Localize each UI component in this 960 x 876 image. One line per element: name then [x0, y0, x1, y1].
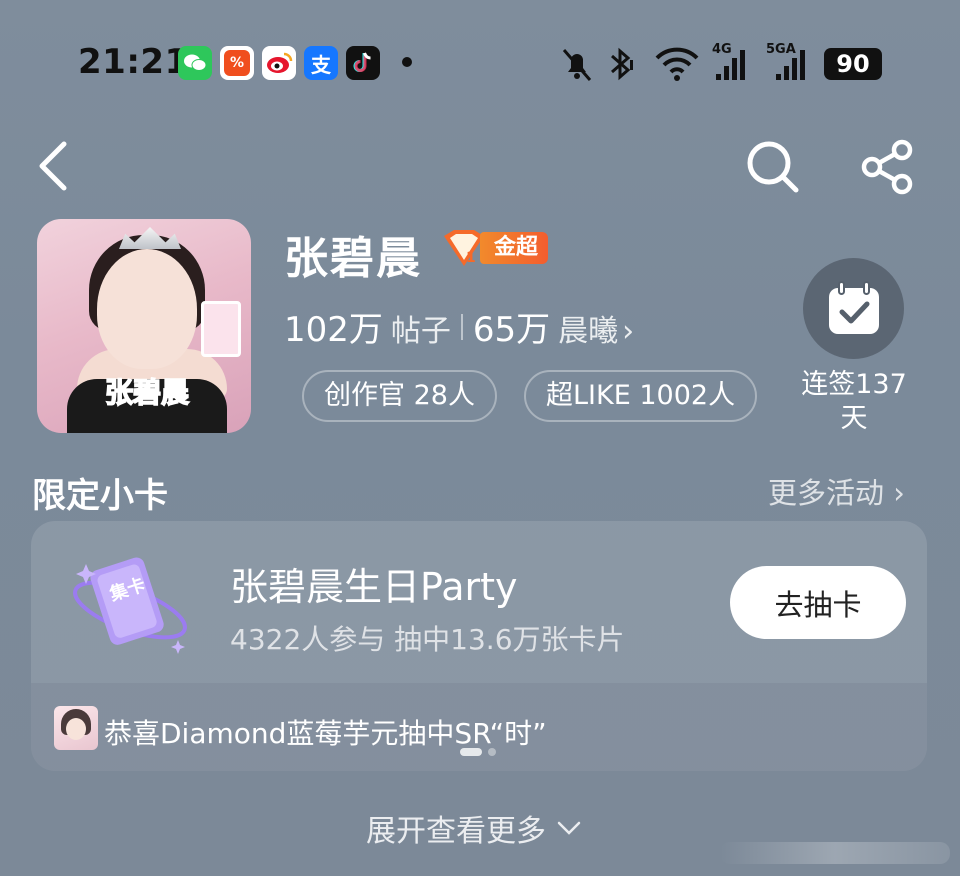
search-icon — [747, 141, 799, 193]
draw-card-button[interactable]: 去抽卡 — [730, 566, 906, 639]
ticker-user-avatar — [54, 706, 98, 750]
chevron-right-icon: › — [622, 314, 635, 349]
wechat-icon — [178, 46, 212, 80]
notification-dot — [402, 57, 412, 67]
carousel-dots — [460, 748, 496, 756]
fans-label: 晨曦 — [558, 314, 619, 349]
status-bar: 21:21 % 支 4G 5GA 90 — [0, 0, 960, 130]
share-button[interactable] — [858, 136, 918, 196]
superlike-pill[interactable]: 超LIKE 1002人 — [524, 370, 758, 422]
badge-label: 金超 — [480, 232, 549, 264]
bluetooth-icon — [611, 47, 633, 81]
battery-indicator: 90 — [824, 48, 882, 80]
watermark — [720, 842, 950, 864]
stats-divider — [460, 313, 463, 340]
chevron-right-icon: › — [893, 476, 905, 510]
signal-4g-icon — [716, 50, 745, 80]
mute-bell-icon — [562, 49, 592, 81]
search-button[interactable] — [744, 138, 802, 196]
avatar-photo-card — [201, 301, 241, 357]
posts-label: 帖子 — [390, 314, 451, 349]
avatar-face — [97, 249, 197, 369]
badge-level: 1 — [466, 250, 476, 266]
avatar-name-sticker: 张碧晨 — [104, 375, 190, 410]
status-time: 21:21 — [78, 42, 189, 82]
chevron-down-icon — [557, 821, 581, 835]
back-button[interactable] — [32, 138, 82, 194]
more-activities-link[interactable]: 更多活动 › — [768, 470, 905, 512]
wifi-icon — [655, 47, 699, 81]
more-activities-label: 更多活动 — [768, 476, 885, 510]
calendar-check-icon — [828, 280, 879, 334]
expand-more-label: 展开查看更多 — [366, 814, 546, 849]
crown-icon — [119, 227, 181, 249]
section-title: 限定小卡 — [32, 476, 168, 516]
creators-pill[interactable]: 创作官 28人 — [302, 370, 497, 422]
ticker-text: 恭喜Diamond蓝莓芋元抽中SR“时” — [104, 717, 547, 750]
alipay-icon: 支 — [304, 46, 338, 80]
weibo-icon — [262, 46, 296, 80]
posts-count: 102万 — [284, 310, 383, 350]
gold-super-badge[interactable]: 1 金超 — [440, 228, 556, 268]
signal-5g-icon — [776, 50, 805, 80]
fans-count: 65万 — [472, 310, 551, 350]
checkin-label: 连签137天 — [801, 369, 907, 434]
collect-card-icon: 集卡 — [66, 548, 192, 660]
checkin-button[interactable] — [803, 258, 904, 359]
profile-name: 张碧晨 — [284, 233, 422, 284]
share-icon — [861, 139, 913, 195]
event-title: 张碧晨生日Party — [230, 565, 518, 609]
taobao-flash-icon: % — [220, 46, 254, 80]
expand-more-button[interactable]: 展开查看更多 — [366, 806, 582, 850]
tiktok-icon — [346, 46, 380, 80]
carousel-dot-active — [460, 748, 482, 756]
profile-avatar[interactable]: 张碧晨 — [37, 219, 251, 433]
profile-stats[interactable]: 102万 帖子 65万 晨曦 › — [284, 302, 634, 351]
event-subtitle: 4322人参与 抽中13.6万张卡片 — [230, 623, 625, 656]
chevron-left-icon — [39, 141, 67, 191]
carousel-dot — [488, 748, 496, 756]
